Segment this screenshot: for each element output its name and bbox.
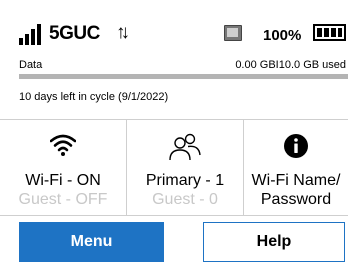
data-usage-label: Data bbox=[19, 59, 43, 71]
wifi-status: Wi-Fi - ON bbox=[25, 172, 101, 189]
sim-card-icon bbox=[224, 25, 242, 41]
tile-divider bbox=[126, 120, 127, 215]
menu-button[interactable]: Menu bbox=[19, 222, 164, 262]
divider bbox=[0, 215, 348, 216]
up-down-arrows-icon: ↑↓ bbox=[116, 22, 130, 43]
password-label: Password bbox=[260, 191, 332, 208]
quick-tiles: Wi-Fi - ON Guest - OFF Primary - 1 Guest… bbox=[0, 120, 348, 215]
wifi-name-label: Wi-Fi Name/ bbox=[251, 172, 341, 189]
guest-wifi-status: Guest - OFF bbox=[18, 191, 108, 208]
data-usage-value: 0.00 GBI10.0 GB used bbox=[235, 59, 346, 71]
wifi-icon bbox=[0, 133, 126, 161]
tile-divider bbox=[243, 120, 244, 215]
billing-cycle-text: 10 days left in cycle (9/1/2022) bbox=[19, 91, 169, 103]
primary-devices: Primary - 1 bbox=[145, 172, 225, 189]
connected-devices-tile[interactable]: Primary - 1 Guest - 0 bbox=[127, 120, 243, 215]
signal-strength-icon bbox=[19, 24, 41, 45]
network-type: 5GUC bbox=[49, 23, 100, 44]
users-icon bbox=[127, 133, 243, 161]
wifi-name-password-tile[interactable]: Wi-Fi Name/ Password bbox=[244, 120, 348, 215]
data-usage-bar bbox=[19, 74, 348, 79]
wifi-tile[interactable]: Wi-Fi - ON Guest - OFF bbox=[0, 120, 126, 215]
battery-icon bbox=[313, 24, 346, 41]
battery-percent: 100% bbox=[263, 27, 302, 44]
info-icon bbox=[244, 133, 348, 161]
guest-devices: Guest - 0 bbox=[152, 191, 218, 208]
help-button[interactable]: Help bbox=[203, 222, 345, 262]
status-bar: 5GUC ↑↓ 100% bbox=[0, 0, 348, 50]
